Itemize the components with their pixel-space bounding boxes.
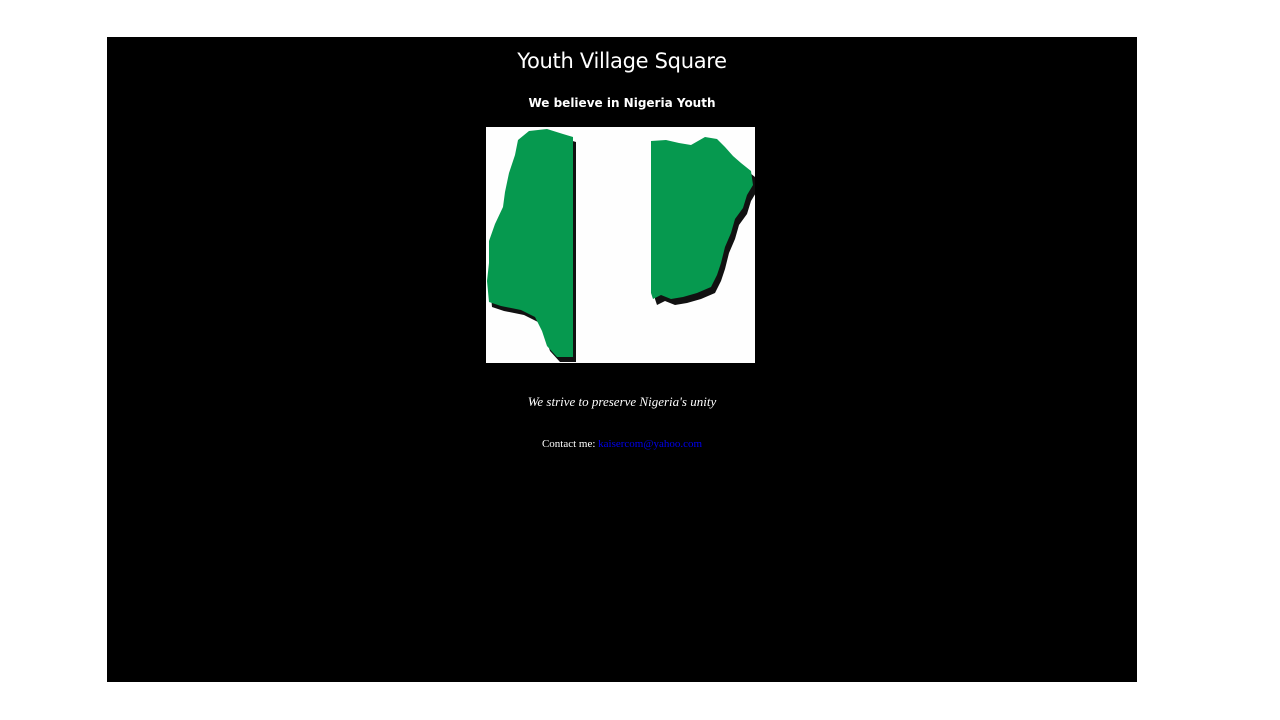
contact-line: Contact me: kaisercom@yahoo.com bbox=[107, 438, 1137, 450]
nigeria-map-flag-icon bbox=[486, 127, 755, 363]
site-title: Youth Village Square bbox=[517, 49, 727, 73]
contact-email-link[interactable]: kaisercom@yahoo.com bbox=[598, 438, 702, 450]
contact-label: Contact me: bbox=[541, 438, 596, 450]
tagline: We believe in Nigeria Youth bbox=[528, 96, 716, 110]
page-container: Youth Village Square We believe in Niger… bbox=[107, 37, 1137, 682]
nigeria-map-flag-image bbox=[486, 127, 755, 363]
motto-text: We strive to preserve Nigeria's unity bbox=[527, 394, 717, 409]
